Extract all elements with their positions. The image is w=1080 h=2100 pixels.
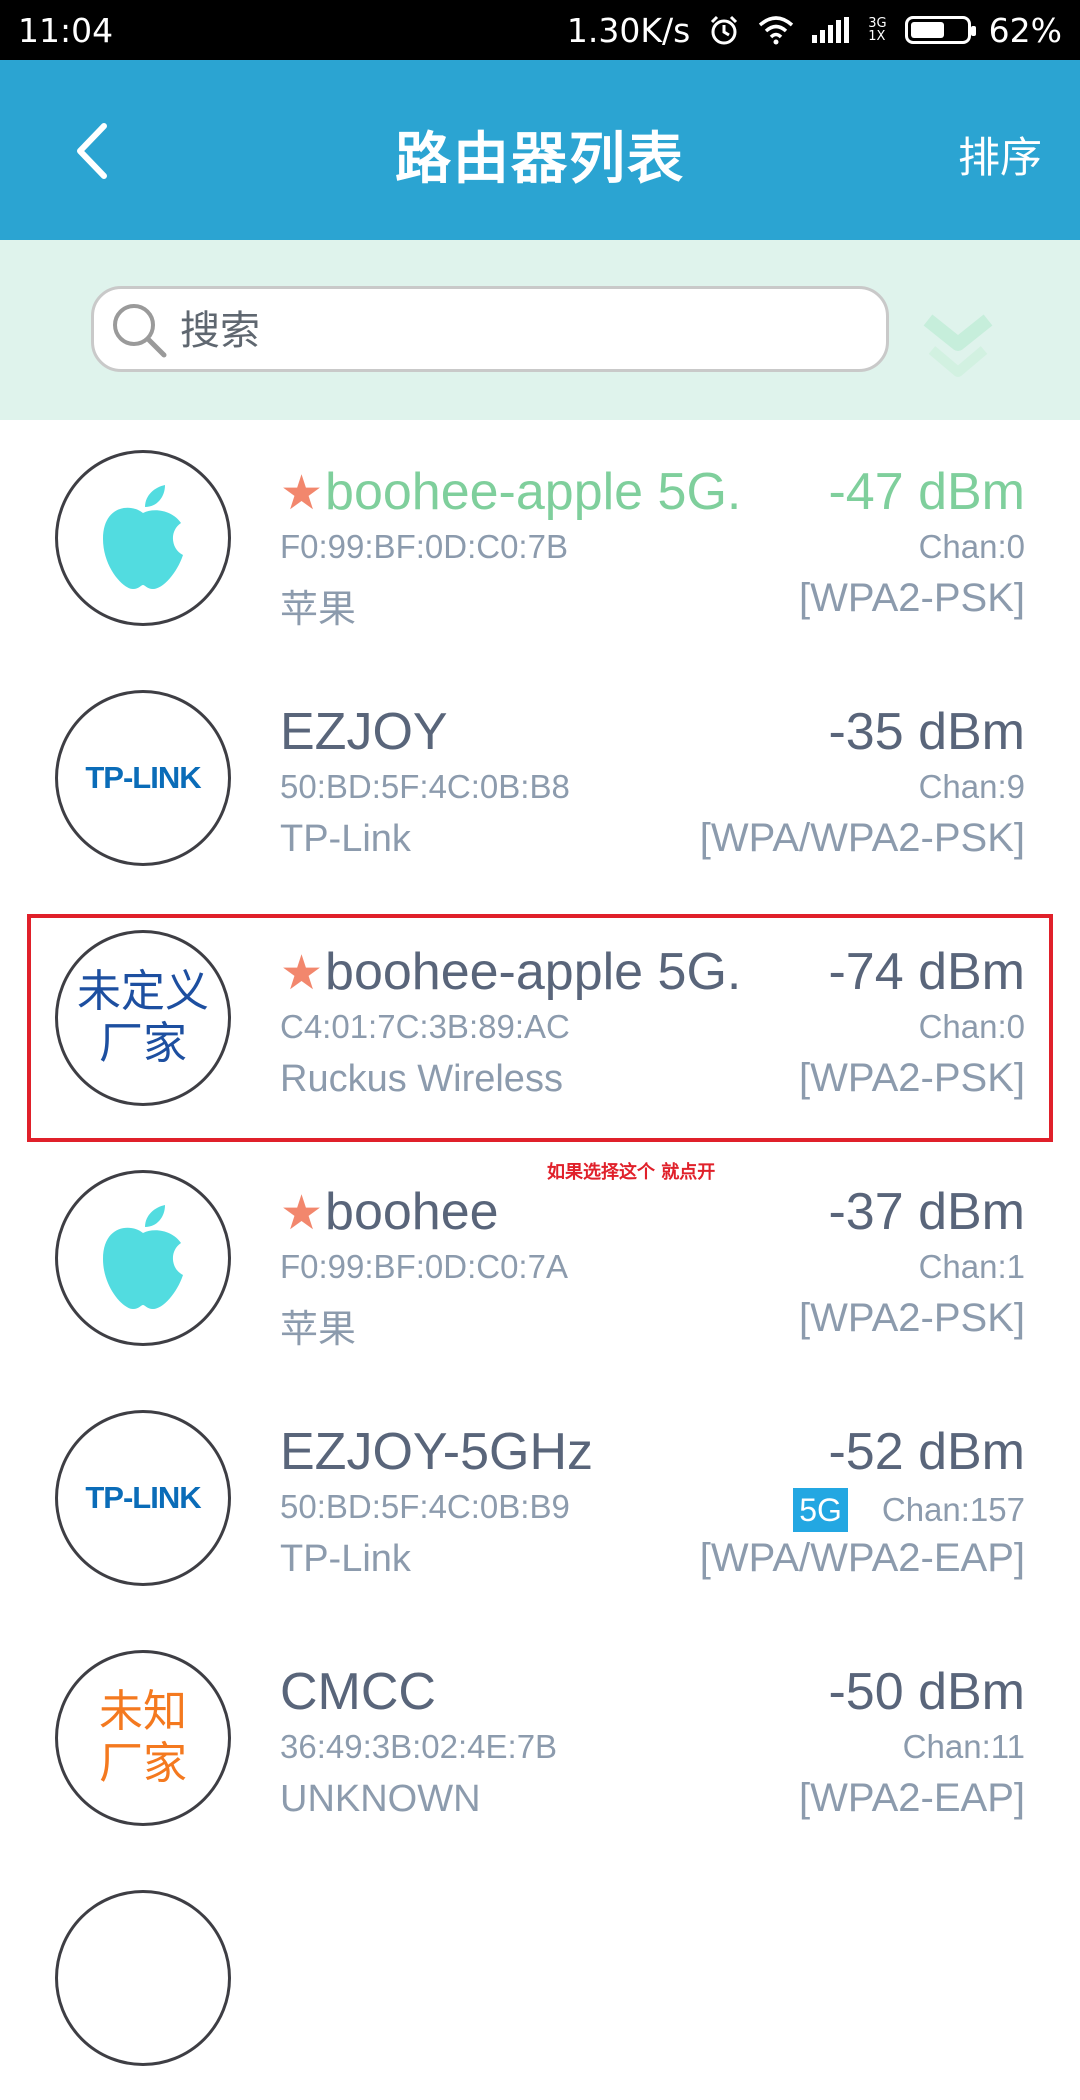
band-5g-badge: 5G: [793, 1488, 848, 1532]
router-security: [WPA2-PSK]: [799, 576, 1025, 620]
router-mac: F0:99:BF:0D:C0:7A: [280, 1248, 568, 1285]
apple-logo-icon: [103, 1205, 183, 1309]
channel-text: Chan:0: [918, 528, 1025, 565]
status-time: 11:04: [18, 10, 114, 50]
router-vendor: UNKNOWN: [280, 1778, 481, 1820]
expand-chevron-icon[interactable]: [918, 306, 998, 386]
router-security: [WPA/WPA2-PSK]: [699, 816, 1025, 860]
vendor-logo: [55, 1170, 231, 1346]
router-mac: 36:49:3B:02:4E:7B: [280, 1728, 558, 1765]
router-channel: Chan:1: [919, 1248, 1025, 1286]
router-signal: -47 dBm: [828, 463, 1025, 521]
network-speed: 1.30K/s: [566, 10, 691, 50]
search-icon: [113, 304, 167, 358]
search-region: [0, 240, 1080, 420]
router-mac: F0:99:BF:0D:C0:7B: [280, 528, 568, 565]
router-vendor: TP-Link: [280, 818, 411, 860]
annotation-text: 如果选择这个 就点开: [547, 1162, 716, 1183]
tplink-logo: TP-LINK: [85, 1480, 201, 1515]
star-icon: ★: [280, 467, 324, 520]
router-mac: 50:BD:5F:4C:0B:B9: [280, 1488, 570, 1525]
search-input[interactable]: [178, 301, 866, 361]
router-security: [WPA2-EAP]: [799, 1776, 1025, 1820]
router-channel: Chan:9: [919, 768, 1025, 806]
ssid-text: CMCC: [280, 1663, 436, 1721]
router-signal: -37 dBm: [828, 1183, 1025, 1241]
search-box[interactable]: [91, 286, 889, 372]
title-bar: 路由器列表 排序: [0, 60, 1080, 240]
router-channel: Chan:0: [919, 528, 1025, 566]
ssid-text: EZJOY-5GHz: [280, 1423, 594, 1481]
router-signal: -50 dBm: [828, 1663, 1025, 1721]
router-ssid: ★boohee: [280, 1182, 499, 1242]
router-row[interactable]: TP-LINK EZJOY-5GHz 50:BD:5F:4C:0B:B9 TP-…: [0, 1380, 1080, 1620]
vendor-logo: TP-LINK: [55, 690, 231, 866]
status-bar: 11:04 1.30K/s 3G 1X 62%: [0, 0, 1080, 60]
battery-percent: 62%: [988, 10, 1062, 50]
router-vendor: 苹果: [280, 589, 357, 631]
ssid-text: EZJOY: [280, 703, 448, 761]
router-row[interactable]: ★boohee F0:99:BF:0D:C0:7A 苹果 -37 dBm Cha…: [0, 1140, 1080, 1380]
router-signal: -52 dBm: [828, 1423, 1025, 1481]
router-ssid: ★boohee-apple 5G.: [280, 462, 741, 522]
page-title: 路由器列表: [395, 127, 685, 192]
router-channel: Chan:11: [903, 1728, 1025, 1766]
star-icon: ★: [280, 1187, 324, 1240]
unknown-vendor-logo-line1: 未知: [99, 1686, 187, 1737]
tplink-logo: TP-LINK: [85, 760, 201, 795]
router-vendor: 苹果: [280, 1309, 357, 1351]
router-signal: -35 dBm: [828, 703, 1025, 761]
router-channel: 5G Chan:157: [793, 1488, 1025, 1532]
vendor-logo: [55, 1890, 231, 2066]
cell-signal-icon: [812, 17, 850, 43]
channel-text: Chan:1: [918, 1248, 1025, 1285]
sort-button[interactable]: 排序: [958, 124, 1042, 185]
channel-text: Chan:11: [902, 1728, 1025, 1765]
network-type-bottom: 1X: [868, 29, 886, 44]
ssid-text: boohee: [325, 1183, 499, 1241]
battery-icon: [904, 16, 976, 44]
router-security: [WPA/WPA2-EAP]: [699, 1536, 1025, 1580]
router-ssid: CMCC: [280, 1662, 436, 1722]
ssid-text: boohee-apple 5G.: [325, 463, 742, 521]
alarm-icon: [708, 14, 740, 46]
router-row[interactable]: 未知 厂家 CMCC 36:49:3B:02:4E:7B UNKNOWN -50…: [0, 1620, 1080, 1860]
router-row[interactable]: TP-LINK EZJOY 50:BD:5F:4C:0B:B8 TP-Link …: [0, 660, 1080, 900]
router-row-partial[interactable]: [0, 1860, 1080, 2100]
apple-logo-icon: [103, 485, 183, 589]
router-vendor: TP-Link: [280, 1538, 411, 1580]
network-type: 3G 1X: [868, 17, 886, 43]
unknown-vendor-logo-line2: 厂家: [99, 1738, 187, 1789]
channel-text: Chan:157: [881, 1491, 1025, 1528]
vendor-logo: TP-LINK: [55, 1410, 231, 1586]
router-row[interactable]: ★boohee-apple 5G. F0:99:BF:0D:C0:7B 苹果 -…: [0, 420, 1080, 660]
vendor-logo: 未知 厂家: [55, 1650, 231, 1826]
wifi-icon: [758, 15, 794, 45]
highlight-box: [27, 914, 1053, 1142]
router-mac: 50:BD:5F:4C:0B:B8: [280, 768, 570, 805]
channel-text: Chan:9: [918, 768, 1025, 805]
router-ssid: EZJOY-5GHz: [280, 1422, 593, 1482]
router-security: [WPA2-PSK]: [799, 1296, 1025, 1340]
router-ssid: EZJOY: [280, 702, 448, 762]
vendor-logo: [55, 450, 231, 626]
